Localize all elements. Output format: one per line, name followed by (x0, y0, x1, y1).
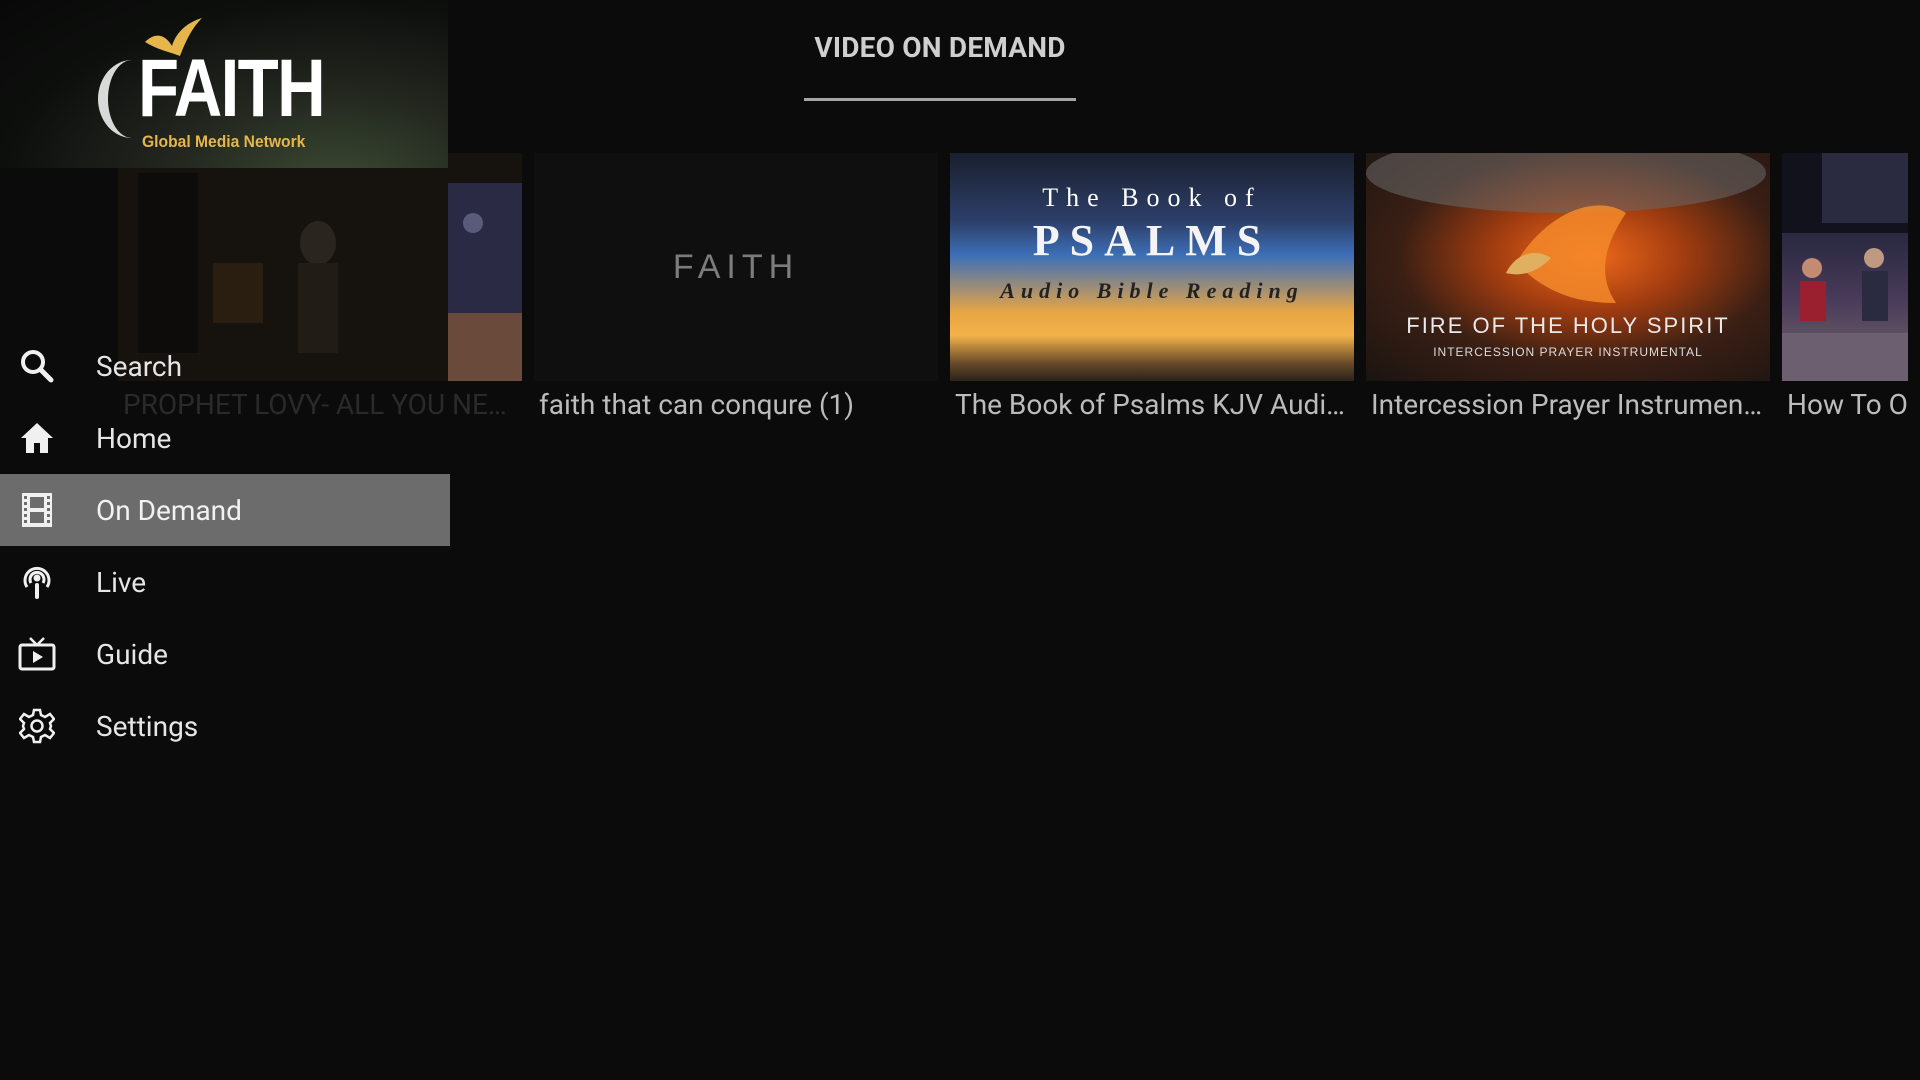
sidebar-item-guide[interactable]: Guide (0, 618, 450, 690)
thumb-text-main: PSALMS (1032, 216, 1272, 265)
sidebar-item-label: On Demand (96, 493, 242, 527)
sidebar-nav: Search Home On Demand Live Guide Setting… (0, 330, 450, 762)
thumb-text-sub: INTERCESSION PRAYER INSTRUMENTAL (1433, 345, 1703, 359)
video-thumbnail: The Book of PSALMS Audio Bible Reading (950, 153, 1354, 381)
sidebar-item-label: Settings (96, 709, 199, 743)
home-icon (18, 419, 56, 457)
video-card[interactable]: The Book of PSALMS Audio Bible Reading T… (950, 153, 1354, 423)
podcast-icon (18, 563, 56, 601)
thumb-text-main: FIRE OF THE HOLY SPIRIT (1406, 313, 1730, 338)
video-title: The Book of Psalms KJV Audi… (955, 388, 1345, 421)
sidebar-item-home[interactable]: Home (0, 402, 450, 474)
video-thumbnail: FIRE OF THE HOLY SPIRIT INTERCESSION PRA… (1366, 153, 1770, 381)
search-icon (18, 347, 56, 385)
page-header: VIDEO ON DEMAND (804, 30, 1076, 101)
gear-icon (18, 707, 56, 745)
video-thumbnail: FAITH (534, 153, 938, 381)
film-icon (18, 491, 56, 529)
brand-logo: FAITH Global Media Network (0, 0, 448, 168)
tab-underline (804, 98, 1076, 101)
brand-subtitle: Global Media Network (142, 132, 306, 151)
sidebar-item-label: Home (96, 421, 172, 455)
sidebar-item-label: Search (96, 349, 183, 383)
thumb-text-top: The Book of (1042, 183, 1262, 212)
sidebar-item-live[interactable]: Live (0, 546, 450, 618)
brand-name: FAITH (138, 43, 326, 134)
sidebar-item-search[interactable]: Search (0, 330, 450, 402)
thumbnail-placeholder-text: FAITH (672, 247, 800, 286)
video-card[interactable]: How To O (1782, 153, 1920, 423)
video-card[interactable]: FIRE OF THE HOLY SPIRIT INTERCESSION PRA… (1366, 153, 1770, 423)
sidebar-item-settings[interactable]: Settings (0, 690, 450, 762)
video-title: How To O (1787, 388, 1908, 421)
sidebar-item-on-demand[interactable]: On Demand (0, 474, 450, 546)
video-card[interactable]: FAITH faith that can conqure (1) (534, 153, 938, 423)
page-title: VIDEO ON DEMAND (814, 31, 1066, 64)
video-thumbnail (1782, 153, 1908, 381)
tv-icon (18, 635, 56, 673)
thumb-text-bottom: Audio Bible Reading (1000, 278, 1304, 303)
sidebar-item-label: Live (96, 565, 147, 599)
video-title: faith that can conqure (1) (539, 388, 855, 421)
video-title: Intercession Prayer Instrumen… (1371, 388, 1763, 421)
sidebar-item-label: Guide (96, 637, 168, 671)
